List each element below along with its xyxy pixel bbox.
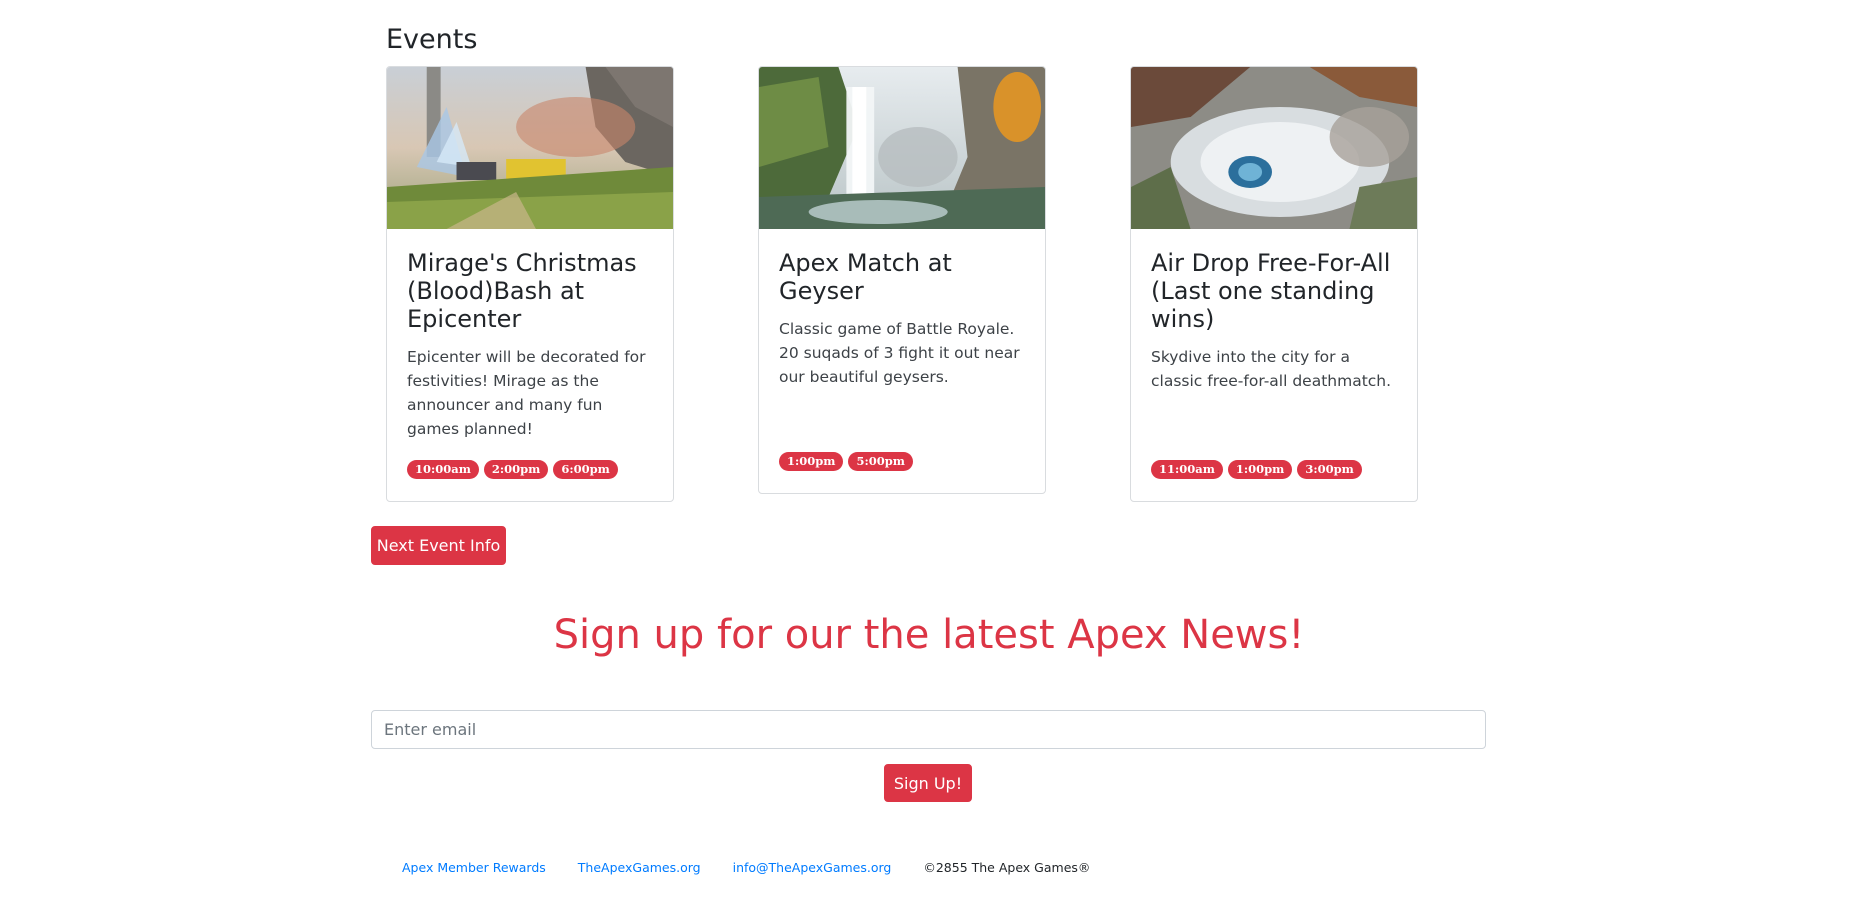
time-badge: 6:00pm [553, 460, 618, 479]
event-title: Apex Match at Geyser [779, 249, 952, 305]
event-times: 1:00pm 5:00pm [779, 452, 913, 471]
signup-heading: Sign up for our the latest Apex News! [553, 612, 1305, 658]
time-badge: 1:00pm [779, 452, 844, 471]
footer-link-member-rewards[interactable]: Apex Member Rewards [402, 860, 546, 875]
time-badge: 11:00am [1151, 460, 1223, 479]
event-title: Air Drop Free-For-All (Last one standing… [1151, 249, 1391, 333]
footer-link-website[interactable]: TheApexGames.org [578, 860, 701, 875]
event-description: Classic game of Battle Royale. 20 suqads… [779, 320, 1020, 386]
next-event-info-button[interactable]: Next Event Info [371, 526, 506, 565]
time-badge: 3:00pm [1297, 460, 1362, 479]
event-card: Air Drop Free-For-All (Last one standing… [1130, 66, 1418, 502]
time-badge: 5:00pm [848, 452, 913, 471]
email-input[interactable] [371, 710, 1486, 749]
time-badge: 10:00am [407, 460, 479, 479]
event-image-geyser [759, 67, 1045, 229]
event-card: Apex Match at Geyser Classic game of Bat… [758, 66, 1046, 494]
event-image-epicenter [387, 67, 673, 229]
event-description: Skydive into the city for a classic free… [1151, 348, 1392, 390]
event-title: Mirage's Christmas (Blood)Bash at Epicen… [407, 249, 637, 333]
event-times: 11:00am 1:00pm 3:00pm [1151, 460, 1362, 479]
events-heading: Events [386, 24, 478, 55]
event-description: Epicenter will be decorated for festivit… [407, 348, 646, 438]
time-badge: 2:00pm [483, 460, 549, 479]
sign-up-button[interactable]: Sign Up! [884, 764, 972, 802]
footer: Apex Member Rewards TheApexGames.org inf… [402, 860, 1090, 875]
footer-link-email[interactable]: info@TheApexGames.org [733, 860, 892, 875]
copyright-text: ©2855 The Apex Games® [923, 860, 1091, 875]
event-times: 10:00am 2:00pm 6:00pm [407, 460, 618, 479]
event-card: Mirage's Christmas (Blood)Bash at Epicen… [386, 66, 674, 502]
time-badge: 1:00pm [1227, 460, 1293, 479]
event-image-city [1131, 67, 1417, 229]
